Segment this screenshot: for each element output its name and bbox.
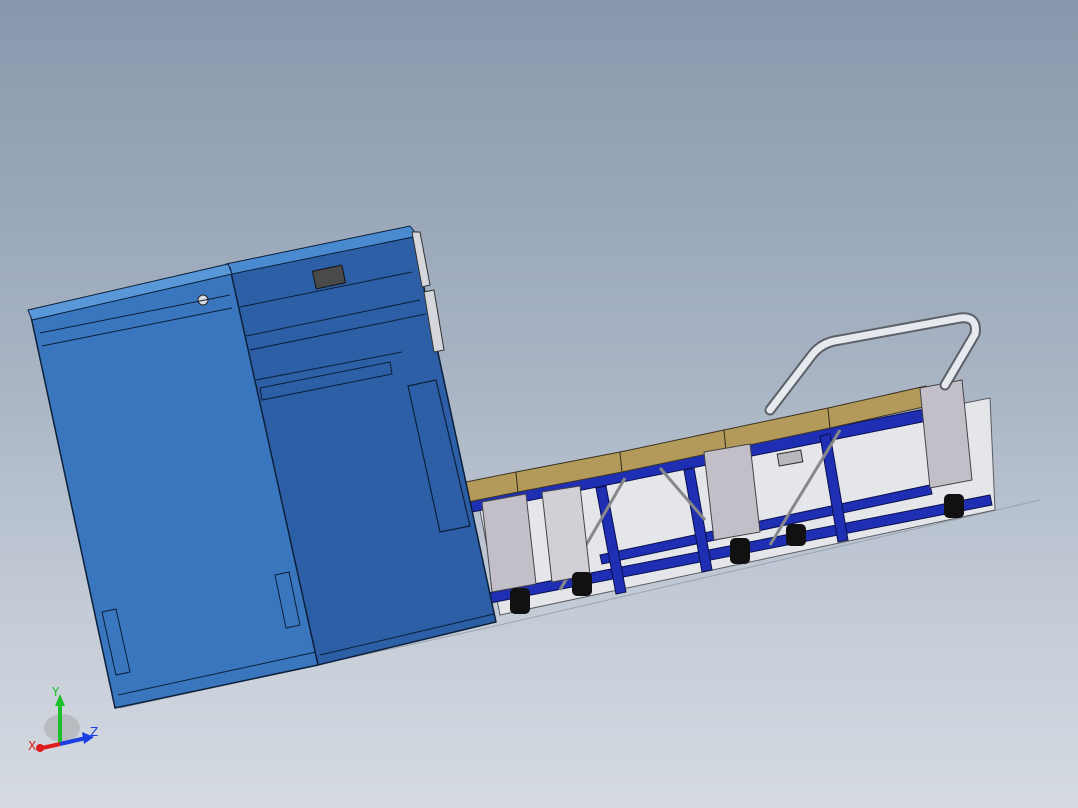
motor-cover [481,493,537,593]
y-axis-label: Y [51,685,60,699]
caster-wheel [510,588,530,614]
caster-wheel [786,524,806,546]
trolley-assembly[interactable] [465,312,996,616]
z-axis-label: Z [90,725,98,739]
x-axis-icon [41,742,61,750]
x-axis-cap [36,744,44,752]
cabinet-assembly[interactable] [27,225,497,709]
motor-cover [703,443,761,541]
x-axis-label: X [28,739,36,753]
caster-wheel [944,494,964,518]
caster-wheel [572,572,592,596]
cad-model-scene[interactable] [0,0,1078,808]
caster-wheel [730,538,750,564]
coordinate-triad: Y Z X [28,685,98,753]
graphics-viewport[interactable]: Y Z X [0,0,1078,808]
